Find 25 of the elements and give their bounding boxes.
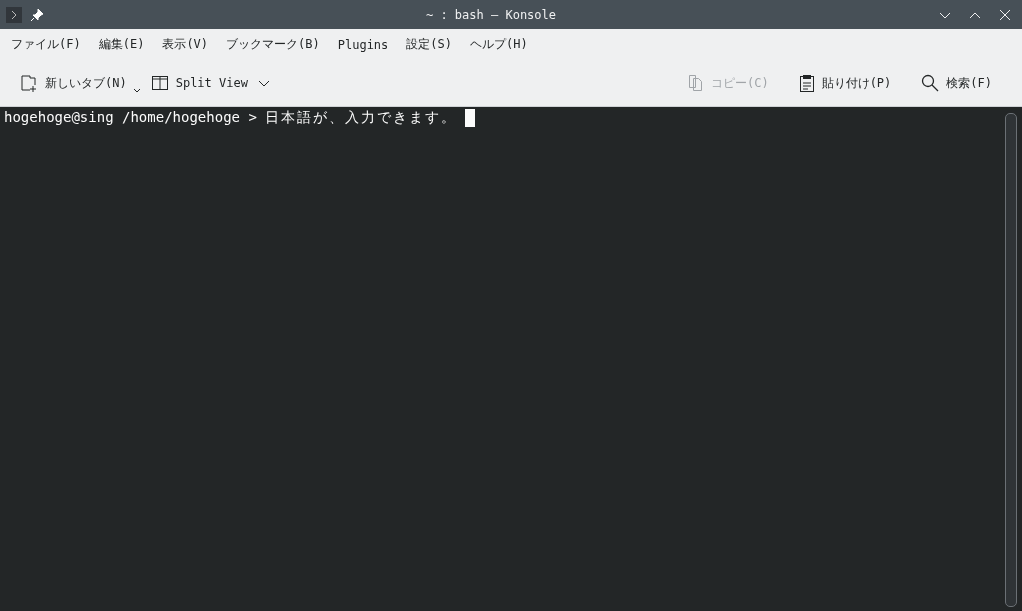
command-text: 日本語が、入力できます。 xyxy=(264,109,457,127)
prompt: hogehoge@sing /home/hogehoge > xyxy=(4,109,257,125)
menu-item[interactable]: Plugins xyxy=(328,33,398,56)
menu-item[interactable]: ブックマーク(B) xyxy=(217,32,329,57)
menu-item[interactable]: 設定(S) xyxy=(397,32,461,57)
split-view-icon xyxy=(150,74,169,92)
menu-item[interactable]: 編集(E) xyxy=(89,32,154,57)
menu-item[interactable]: ヘルプ(H) xyxy=(461,32,537,57)
scrollbar[interactable] xyxy=(1005,113,1017,607)
clipboard-icon xyxy=(798,74,815,92)
caret-icon[interactable] xyxy=(132,87,141,95)
split-button[interactable]: Split View xyxy=(140,70,258,96)
menu-item[interactable]: ファイル(F) xyxy=(2,32,90,57)
new-tab-icon xyxy=(20,74,38,92)
terminal-icon xyxy=(6,6,22,23)
search-icon xyxy=(921,74,940,92)
window-title: ~ : bash — Konsole xyxy=(424,7,557,22)
new-tab-button[interactable]: 新しいタブ(N) xyxy=(10,70,137,96)
menu-item[interactable]: 表示(V) xyxy=(153,32,218,57)
pin-icon[interactable] xyxy=(30,7,44,22)
search-button[interactable]: 検索(F) xyxy=(911,70,1002,96)
paste-button[interactable]: 貼り付け(P) xyxy=(788,70,902,96)
close-icon[interactable] xyxy=(998,7,1012,22)
copy-icon xyxy=(687,74,704,92)
text-cursor xyxy=(464,109,475,127)
